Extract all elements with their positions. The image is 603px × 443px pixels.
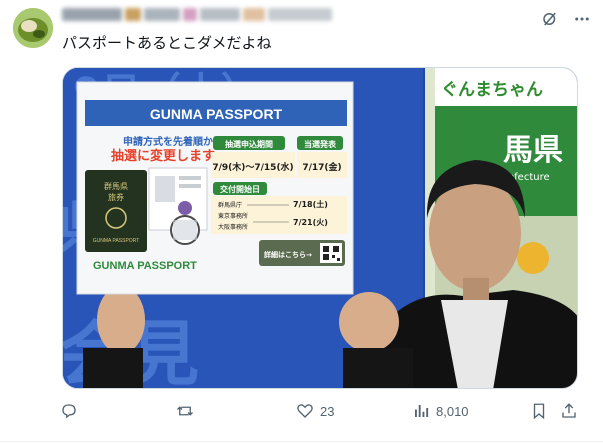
bookmark-button[interactable]: [530, 399, 548, 423]
repost-button[interactable]: [176, 399, 200, 423]
issue-row2-place: 東京事務所: [218, 212, 248, 220]
poster-headline-2: 抽選に変更します: [111, 148, 215, 164]
passport-cover-top: 群馬県: [104, 181, 128, 191]
lottery-apply-label: 抽選申込期間: [225, 139, 273, 149]
issue-row23-date: 7/21(火): [293, 218, 328, 227]
sign-pref: 馬県: [503, 133, 563, 168]
share-icon: [562, 403, 576, 418]
views-button[interactable]: 8,010: [412, 399, 469, 423]
media-photo: 9日（木） 県 会見 ぐんまちゃん 馬県 efecture: [63, 68, 577, 388]
heart-icon: [297, 404, 313, 418]
issue-row1-date: 7/18(土): [293, 199, 328, 209]
passport-cover-bottom: GUNMA PASSPORT: [93, 238, 140, 244]
reply-button[interactable]: [60, 399, 84, 423]
sign-kumamon: ぐんまちゃん: [441, 80, 543, 100]
grok-icon[interactable]: [539, 8, 561, 30]
header-actions: [539, 8, 593, 30]
author-name-blurred[interactable]: [62, 8, 332, 21]
avatar[interactable]: [13, 8, 53, 48]
view-count: 8,010: [436, 403, 469, 419]
tweet-media[interactable]: 9日（木） 県 会見 ぐんまちゃん 馬県 efecture: [62, 67, 578, 389]
issue-row1-place: 群馬県庁: [218, 201, 242, 209]
repost-icon: [177, 406, 193, 416]
avatar-image: [13, 8, 53, 48]
details-link: 詳細はこちら→: [264, 250, 312, 259]
tweet: パスポートあるとこダメだよね 9日（木） 県 会見 ぐんまちゃん 馬県 efec…: [0, 0, 603, 443]
winner-value: 7/17(金): [302, 161, 341, 173]
bottom-divider: [0, 441, 603, 442]
poster-title: GUNMA PASSPORT: [150, 106, 283, 122]
more-options-icon[interactable]: [571, 8, 593, 30]
passport-logo-text: GUNMA PASSPORT: [93, 260, 197, 272]
issue-label: 交付開始日: [220, 184, 260, 194]
issue-row3-place: 大阪事務所: [218, 223, 248, 231]
bookmark-icon: [533, 403, 545, 420]
like-button[interactable]: 23: [296, 399, 334, 423]
action-bar: 23 8,010: [54, 399, 594, 423]
tweet-text: パスポートあるとこダメだよね: [62, 34, 272, 52]
poster-headline-1: 申請方式を先着順から: [123, 135, 223, 148]
passport-poster: GUNMA PASSPORT 申請方式を先着順から 抽選に変更します 群馬県 旅…: [76, 81, 354, 295]
lottery-apply-value: 7/9(木)〜7/15(水): [212, 161, 293, 173]
like-count: 23: [320, 403, 335, 419]
winner-label: 当選発表: [304, 139, 337, 149]
share-button[interactable]: [560, 399, 578, 423]
views-icon: [415, 405, 429, 417]
passport-cover-mid: 旅券: [108, 192, 124, 202]
reply-icon: [62, 404, 76, 419]
